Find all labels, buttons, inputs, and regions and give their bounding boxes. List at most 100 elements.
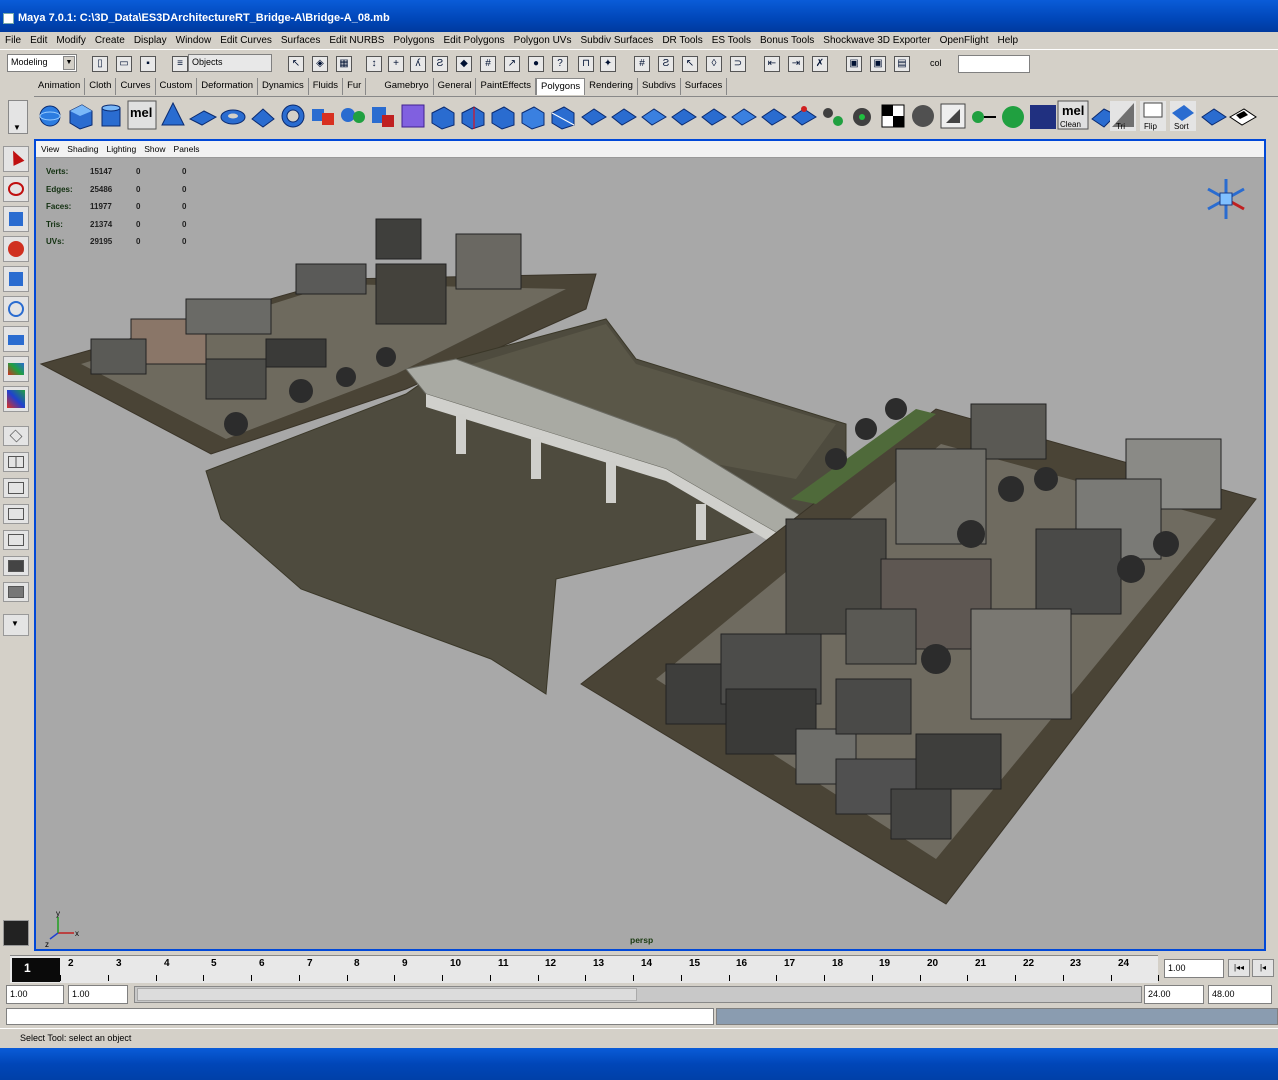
checker-uv-icon[interactable]: [1229, 108, 1257, 126]
lock-selection-icon[interactable]: ⊓: [578, 56, 594, 72]
snap-to-grid-icon[interactable]: #: [634, 56, 650, 72]
select-rendering-icon[interactable]: ●: [528, 56, 544, 72]
ipr-render-icon[interactable]: ▣: [870, 56, 886, 72]
soft-mod-tool-icon[interactable]: [3, 356, 29, 382]
input-ops-icon[interactable]: ⇤: [764, 56, 780, 72]
tab-cloth[interactable]: Cloth: [85, 78, 117, 95]
menu-dr-tools[interactable]: DR Tools: [659, 32, 708, 49]
animation-end-field[interactable]: 48.00: [1208, 985, 1272, 1004]
channel-box-strip[interactable]: [1268, 139, 1278, 951]
tab-animation[interactable]: Animation: [34, 78, 86, 95]
render-globals-icon[interactable]: ▤: [894, 56, 910, 72]
current-frame-marker[interactable]: 1: [12, 958, 60, 982]
soft-icon[interactable]: [1030, 105, 1056, 129]
viewport-menu-view[interactable]: View: [36, 141, 62, 157]
select-joints-icon[interactable]: ʎ: [410, 56, 426, 72]
combine-icon[interactable]: [312, 109, 334, 125]
menu-file[interactable]: File: [2, 32, 27, 49]
manipulator-tool-icon[interactable]: [3, 326, 29, 352]
viewport-menu-show[interactable]: Show: [139, 141, 168, 157]
poly-cube-icon[interactable]: [69, 104, 93, 130]
tab-polygons[interactable]: Polygons: [536, 78, 586, 95]
menu-openflight[interactable]: OpenFlight: [937, 32, 995, 49]
layout-graph-icon[interactable]: [3, 504, 29, 524]
poly-cone-icon[interactable]: [161, 101, 185, 126]
cut-faces-icon[interactable]: [581, 108, 607, 126]
tab-rendering[interactable]: Rendering: [585, 78, 638, 95]
mel-clean-icon[interactable]: mel Clean: [1057, 100, 1089, 130]
snap-to-view-plane-icon[interactable]: ◊: [706, 56, 722, 72]
merge-vertices-icon[interactable]: [701, 108, 727, 126]
scale-tool-icon[interactable]: [3, 296, 29, 322]
menu-edit-polygons[interactable]: Edit Polygons: [441, 32, 511, 49]
select-curves-icon[interactable]: Ƨ: [432, 56, 448, 72]
viewport-menu-lighting[interactable]: Lighting: [101, 141, 139, 157]
menu-modify[interactable]: Modify: [53, 32, 91, 49]
extract-icon[interactable]: [372, 107, 394, 127]
snap-to-curve-icon[interactable]: Ƨ: [658, 56, 674, 72]
make-live-icon[interactable]: ⊃: [730, 56, 746, 72]
menu-window[interactable]: Window: [173, 32, 218, 49]
mel-script-icon[interactable]: mel: [127, 100, 157, 130]
mirror-geometry-icon[interactable]: [461, 106, 485, 130]
layout-four-icon[interactable]: [3, 452, 29, 472]
booleans-icon[interactable]: [431, 106, 455, 130]
poly-pipe-icon[interactable]: [281, 104, 305, 128]
menu-es-tools[interactable]: ES Tools: [709, 32, 757, 49]
tab-deformation[interactable]: Deformation: [197, 78, 259, 95]
current-time-field[interactable]: 1.00: [1164, 959, 1224, 978]
new-scene-icon[interactable]: ▯: [92, 56, 108, 72]
playback-end-field[interactable]: 24.00: [1144, 985, 1204, 1004]
tab-general[interactable]: General: [434, 78, 477, 95]
layout-thumbnail-icon[interactable]: [3, 920, 29, 946]
layout-render-icon[interactable]: [3, 556, 29, 576]
viewport-menu-panels[interactable]: Panels: [169, 141, 203, 157]
select-handles-icon[interactable]: +: [388, 56, 404, 72]
rotate-tool-icon[interactable]: [3, 266, 29, 292]
bevel-plus-icon[interactable]: [1201, 108, 1227, 126]
separate-icon[interactable]: [341, 108, 365, 123]
range-slider-bar[interactable]: [134, 986, 1142, 1003]
chamfer-icon[interactable]: [671, 108, 697, 126]
playback-start-field[interactable]: 1.00: [68, 985, 128, 1004]
step-back-icon[interactable]: |◂: [1252, 959, 1274, 977]
menu-subdiv-surfaces[interactable]: Subdiv Surfaces: [577, 32, 659, 49]
select-by-component-icon[interactable]: ▦: [336, 56, 352, 72]
poly-prism-icon[interactable]: [251, 108, 275, 128]
snap-to-point-icon[interactable]: ↖: [682, 56, 698, 72]
poly-plane-icon[interactable]: [188, 110, 218, 126]
wedge-faces-icon[interactable]: [912, 105, 934, 127]
menu-display[interactable]: Display: [131, 32, 173, 49]
tab-custom[interactable]: Custom: [156, 78, 198, 95]
output-ops-icon[interactable]: ⇥: [788, 56, 804, 72]
time-ruler[interactable]: 1 2 3 4 5 6 7 8 9 10 11 12 13 14 15 16 1…: [10, 955, 1160, 983]
poly-cylinder-icon[interactable]: [101, 104, 121, 127]
select-dynamics-icon[interactable]: ↗: [504, 56, 520, 72]
tab-fur[interactable]: Fur: [343, 78, 367, 95]
delete-edge-icon[interactable]: [791, 106, 817, 126]
split-polygon-icon[interactable]: [551, 106, 575, 130]
tab-subdivs[interactable]: Subdivs: [638, 78, 681, 95]
layout-single-icon[interactable]: [3, 426, 29, 446]
animation-start-field[interactable]: 1.00: [6, 985, 64, 1004]
create-uvs-icon[interactable]: [972, 111, 996, 123]
layout-outliner-icon[interactable]: [3, 478, 29, 498]
range-slider-handle[interactable]: [137, 988, 637, 1001]
menu-create[interactable]: Create: [92, 32, 131, 49]
bevel-icon[interactable]: [641, 108, 667, 126]
tab-surfaces[interactable]: Surfaces: [681, 78, 728, 95]
paint-select-tool-icon[interactable]: [3, 206, 29, 232]
lasso-tool-icon[interactable]: [3, 176, 29, 202]
open-scene-icon[interactable]: ▭: [116, 56, 132, 72]
poly-torus-icon[interactable]: [220, 109, 246, 125]
append-polygon-icon[interactable]: [823, 108, 843, 126]
select-by-hierarchy-icon[interactable]: ↖: [288, 56, 304, 72]
render-current-frame-icon[interactable]: ▣: [846, 56, 862, 72]
tab-curves[interactable]: Curves: [116, 78, 156, 95]
viewport-menu-shading[interactable]: Shading: [62, 141, 101, 157]
tab-gamebryo[interactable]: Gamebryo: [380, 78, 434, 95]
sort-icon[interactable]: Sort: [1170, 101, 1196, 131]
collapse-icon[interactable]: [761, 108, 787, 126]
mask-toggle-icon[interactable]: ↕: [366, 56, 382, 72]
menu-surfaces[interactable]: Surfaces: [278, 32, 326, 49]
